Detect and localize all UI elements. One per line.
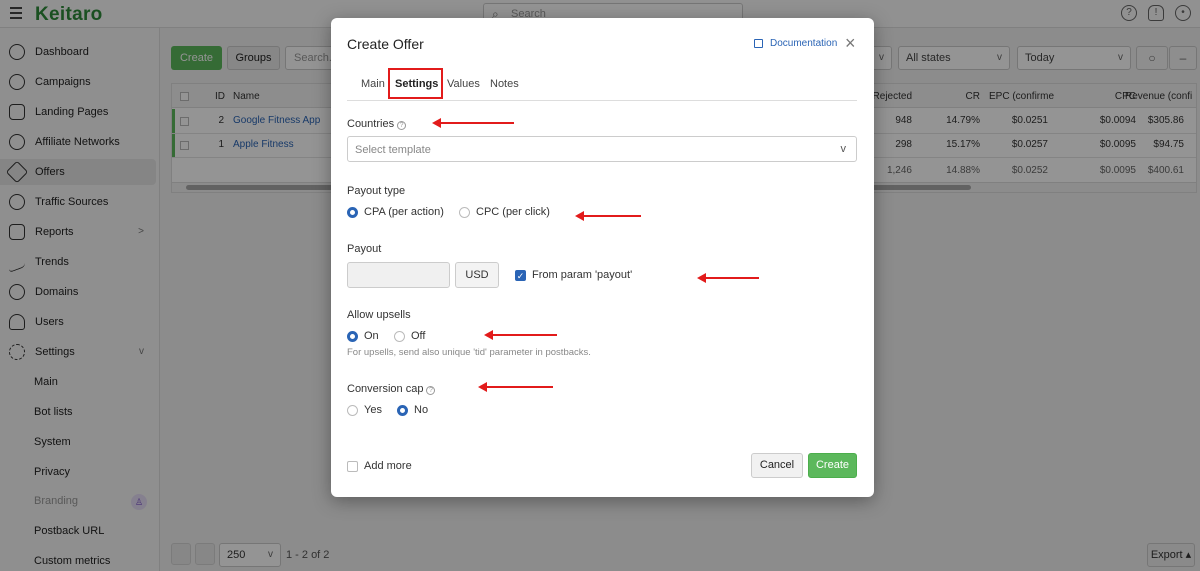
tab-settings[interactable]: Settings	[395, 78, 438, 90]
annotation-arrow	[697, 273, 759, 283]
help-icon[interactable]: ?	[426, 386, 436, 395]
tab-main[interactable]: Main	[361, 78, 385, 90]
payout-type-label: Payout type	[347, 185, 406, 197]
countries-label-text: Countries	[347, 118, 395, 130]
create-offer-modal: Create Offer Documentation × Main Settin…	[331, 18, 874, 497]
allow-upsells-label: Allow upsells	[347, 309, 411, 321]
radio-label: Off	[411, 330, 426, 342]
cap-no-radio[interactable]: No	[397, 404, 428, 416]
chevron-down-icon: v	[840, 143, 847, 155]
radio-dot	[459, 206, 470, 218]
radio-dot	[347, 206, 358, 218]
radio-label: No	[414, 404, 429, 416]
payout-input[interactable]	[347, 262, 450, 288]
radio-dot	[397, 404, 408, 416]
radio-dot	[347, 330, 358, 342]
countries-placeholder: Select template	[355, 144, 431, 156]
conversion-cap-label: Conversion cap?	[347, 383, 436, 395]
countries-select[interactable]: Select template v	[347, 136, 857, 162]
radio-label: Yes	[364, 404, 382, 416]
checkbox-label: Add more	[364, 460, 412, 472]
modal-title: Create Offer	[347, 36, 424, 52]
tab-notes[interactable]: Notes	[490, 78, 519, 90]
conversion-cap-label-text: Conversion cap	[347, 383, 424, 395]
annotation-arrow	[484, 330, 557, 340]
radio-label: On	[364, 330, 379, 342]
documentation-label: Documentation	[770, 38, 838, 49]
book-icon	[754, 39, 763, 48]
annotation-arrow	[575, 211, 641, 221]
upsells-off-radio[interactable]: Off	[394, 330, 425, 342]
help-icon[interactable]: ?	[397, 121, 407, 130]
payout-type-cpa-radio[interactable]: CPA (per action)	[347, 206, 444, 218]
annotation-arrow	[432, 118, 514, 128]
documentation-link[interactable]: Documentation	[754, 38, 837, 49]
radio-dot	[347, 404, 358, 416]
upsells-on-radio[interactable]: On	[347, 330, 379, 342]
checkbox-label: From param 'payout'	[532, 269, 633, 281]
cap-yes-radio[interactable]: Yes	[347, 404, 382, 416]
tab-values[interactable]: Values	[447, 78, 480, 90]
radio-label: CPA (per action)	[364, 206, 444, 218]
currency-button[interactable]: USD	[455, 262, 499, 288]
countries-label: Countries?	[347, 118, 407, 130]
radio-label: CPC (per click)	[476, 206, 550, 218]
create-button[interactable]: Create	[808, 453, 857, 478]
payout-type-cpc-radio[interactable]: CPC (per click)	[459, 206, 550, 218]
payout-label: Payout	[347, 243, 382, 255]
cancel-button[interactable]: Cancel	[751, 453, 803, 478]
add-more-checkbox[interactable]: Add more	[347, 460, 412, 472]
check-icon: ✓	[515, 269, 526, 281]
checkbox-box	[347, 460, 358, 472]
close-icon[interactable]: ×	[845, 34, 856, 52]
upsells-hint: For upsells, send also unique 'tid' para…	[347, 347, 591, 358]
annotation-arrow	[478, 382, 553, 392]
radio-dot	[394, 330, 405, 342]
modal-tabs: Main Settings Values Notes	[347, 68, 857, 101]
from-param-payout-checkbox[interactable]: ✓ From param 'payout'	[515, 269, 632, 281]
